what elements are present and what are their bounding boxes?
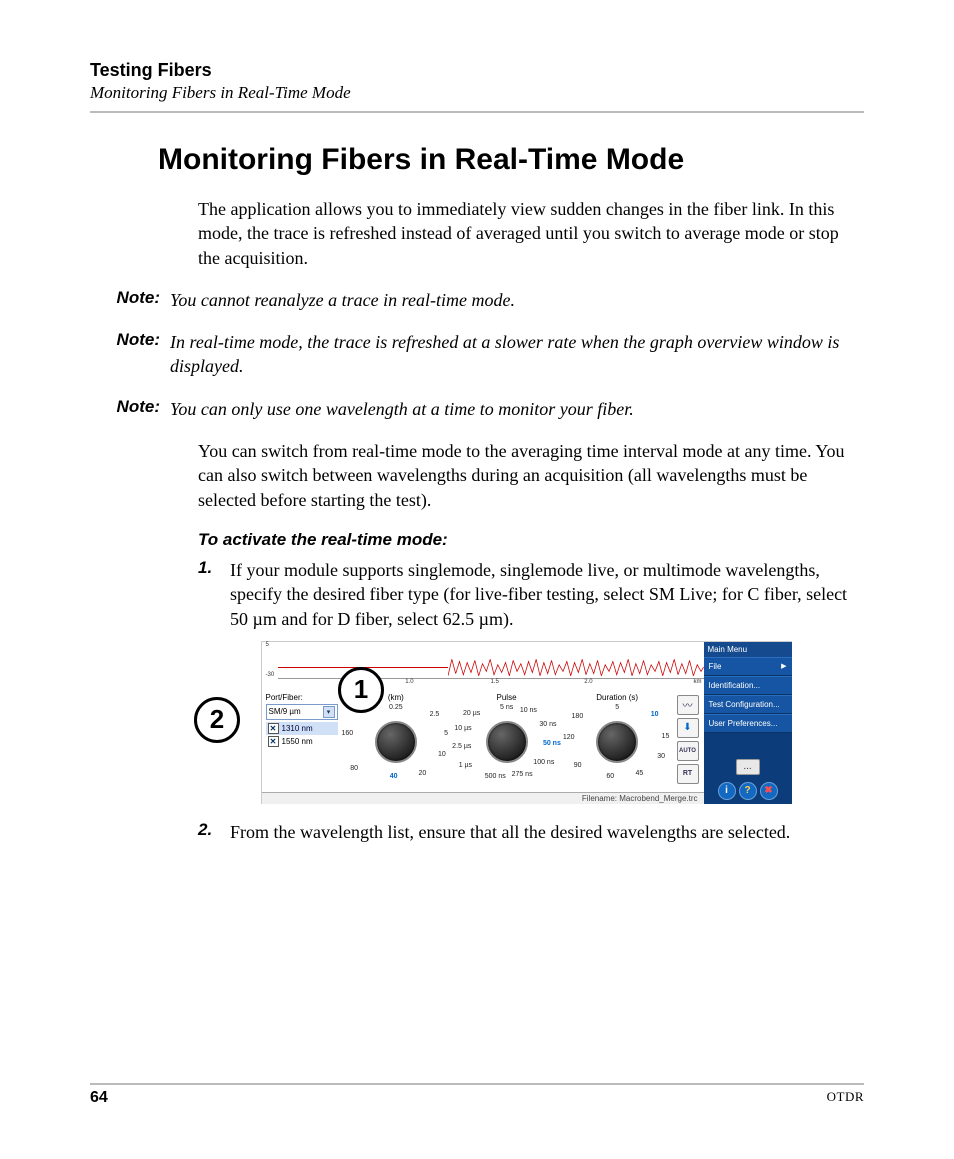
help-icon[interactable]: ? xyxy=(739,782,757,800)
port-fiber-select[interactable]: SM/9 µm ▾ xyxy=(266,704,338,720)
duration-dial[interactable]: Duration (s) 5 10 15 30 45 60 xyxy=(563,693,672,784)
note-text: In real-time mode, the trace is refreshe… xyxy=(170,330,864,379)
menu-item-label: Identification... xyxy=(709,681,761,690)
duration-title: Duration (s) xyxy=(563,693,672,702)
wavelength-label: 1310 nm xyxy=(282,724,313,733)
step-1: 1. If your module supports singlemode, s… xyxy=(198,558,854,631)
port-fiber-panel: Port/Fiber: SM/9 µm ▾ ✕ 1310 nm xyxy=(266,693,338,784)
figure-wrap: 1 2 5 -30 xyxy=(198,641,854,804)
otdr-screenshot: 5 -30 1.0 1.5 xyxy=(261,641,792,804)
intro-paragraph: The application allows you to immediatel… xyxy=(198,197,854,270)
trace-y-axis: 5 -30 xyxy=(264,642,278,678)
checkbox-icon[interactable]: ✕ xyxy=(268,736,279,747)
port-fiber-label: Port/Fiber: xyxy=(266,693,338,702)
status-bar: Filename: Macrobend_Merge.trc xyxy=(262,792,704,804)
side-icon-column: 〰 ⬇ AUTO RT xyxy=(676,693,700,784)
page-footer: 64 OTDR xyxy=(90,1083,864,1107)
wavelength-list: ✕ 1310 nm ✕ 1550 nm xyxy=(266,722,338,748)
pulse-title: Pulse xyxy=(452,693,561,702)
footer-product: OTDR xyxy=(827,1089,864,1107)
wavelength-item-1550[interactable]: ✕ 1550 nm xyxy=(266,735,338,748)
note-3: Note: You can only use one wavelength at… xyxy=(90,397,864,421)
main-menu-panel: Main Menu File ▶ Identification... Test … xyxy=(704,642,792,804)
header-rule xyxy=(90,111,864,113)
footer-rule xyxy=(90,1083,864,1085)
trace-area: 5 -30 xyxy=(278,642,704,679)
callout-1: 1 xyxy=(338,667,384,713)
menu-item-test-config[interactable]: Test Configuration... xyxy=(704,695,792,714)
step-text: From the wavelength list, ensure that al… xyxy=(230,820,854,844)
note-1: Note: You cannot reanalyze a trace in re… xyxy=(90,288,864,312)
download-icon[interactable]: ⬇ xyxy=(677,718,699,738)
note-text: You cannot reanalyze a trace in real-tim… xyxy=(170,288,864,312)
close-icon[interactable]: ✖ xyxy=(760,782,778,800)
heading-activate: To activate the real-time mode: xyxy=(198,530,854,550)
dropdown-arrow-icon[interactable]: ▾ xyxy=(323,706,335,718)
note-2: Note: In real-time mode, the trace is re… xyxy=(90,330,864,379)
header-section: Monitoring Fibers in Real-Time Mode xyxy=(90,83,864,103)
step-text: If your module supports singlemode, sing… xyxy=(230,558,854,631)
menu-item-file[interactable]: File ▶ xyxy=(704,657,792,676)
body-paragraph: You can switch from real-time mode to th… xyxy=(198,439,854,512)
menu-item-label: User Preferences... xyxy=(709,719,778,728)
step-number: 1. xyxy=(198,558,230,631)
checkbox-icon[interactable]: ✕ xyxy=(268,723,279,734)
callout-2: 2 xyxy=(194,697,240,743)
pulse-knob[interactable] xyxy=(486,721,528,763)
note-label: Note: xyxy=(90,330,170,379)
note-label: Note: xyxy=(90,397,170,421)
note-label: Note: xyxy=(90,288,170,312)
main-menu-title: Main Menu xyxy=(704,642,792,657)
step-2: 2. From the wavelength list, ensure that… xyxy=(198,820,854,844)
info-icon[interactable]: i xyxy=(718,782,736,800)
note-text: You can only use one wavelength at a tim… xyxy=(170,397,864,421)
menu-more-button[interactable]: ... xyxy=(736,759,760,775)
duration-knob[interactable] xyxy=(596,721,638,763)
pulse-dial[interactable]: Pulse 5 ns 10 ns 30 ns 50 ns 100 ns 275 xyxy=(452,693,561,784)
wavelength-label: 1550 nm xyxy=(282,737,313,746)
menu-item-user-prefs[interactable]: User Preferences... xyxy=(704,714,792,733)
auto-mode-icon[interactable]: AUTO xyxy=(677,741,699,761)
range-knob[interactable] xyxy=(375,721,417,763)
step-number: 2. xyxy=(198,820,230,844)
menu-item-identification[interactable]: Identification... xyxy=(704,676,792,695)
header-chapter: Testing Fibers xyxy=(90,60,864,81)
trace-view-icon[interactable]: 〰 xyxy=(677,695,699,715)
rt-mode-icon[interactable]: RT xyxy=(677,764,699,784)
page-number: 64 xyxy=(90,1089,108,1107)
chevron-right-icon: ▶ xyxy=(781,662,786,670)
wavelength-item-1310[interactable]: ✕ 1310 nm xyxy=(266,722,338,735)
page-title: Monitoring Fibers in Real-Time Mode xyxy=(158,143,864,177)
port-fiber-value: SM/9 µm xyxy=(269,707,301,716)
menu-item-label: Test Configuration... xyxy=(709,700,780,709)
menu-item-label: File xyxy=(709,662,722,671)
